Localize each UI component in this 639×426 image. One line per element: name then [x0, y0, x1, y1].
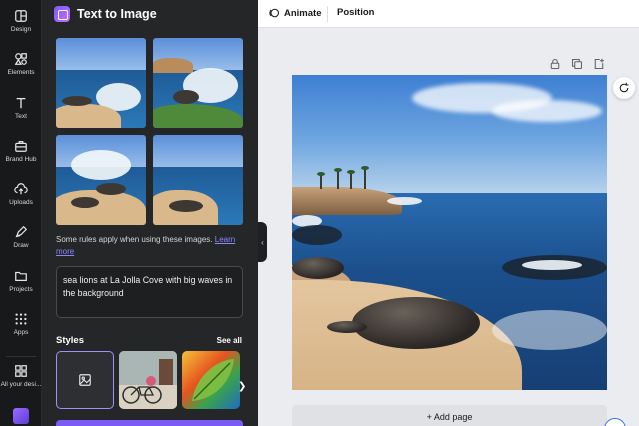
style-photo-option[interactable]: [119, 351, 177, 409]
style-watercolor-option[interactable]: [182, 351, 240, 409]
position-label: Position: [337, 7, 375, 18]
sidebar-item-label: Text: [15, 113, 27, 120]
style-none-option[interactable]: [56, 351, 114, 409]
sidebar-item-label: Brand Hub: [5, 156, 37, 163]
lock-icon[interactable]: [549, 57, 561, 70]
briefcase-icon: [15, 141, 27, 152]
text-to-image-app-icon: [54, 6, 70, 22]
shapes-icon: [14, 53, 27, 65]
sea-lion-large: [352, 297, 480, 349]
see-all-link[interactable]: See all: [217, 336, 242, 345]
panel-header: Text to Image: [54, 4, 157, 24]
chevron-left-icon: ‹: [261, 237, 264, 247]
generated-image-1[interactable]: [56, 38, 146, 128]
sidebar-item-all-designs[interactable]: All your desi...: [0, 364, 42, 404]
add-page-icon[interactable]: [593, 57, 605, 70]
design-canvas-image[interactable]: [292, 75, 607, 390]
cloud-upload-icon: [14, 183, 28, 195]
generated-image-2[interactable]: [153, 38, 243, 128]
sidebar-item-brand-hub[interactable]: Brand Hub: [0, 139, 42, 179]
collapse-panel-button[interactable]: ‹: [258, 222, 267, 262]
sidebar-item-design[interactable]: Design: [0, 9, 42, 49]
bicycle-illustration: [119, 351, 177, 409]
toolbar-divider: [327, 6, 328, 22]
generate-button[interactable]: [56, 420, 243, 426]
position-button[interactable]: Position: [337, 7, 374, 18]
chevron-right-icon[interactable]: ❯: [238, 381, 248, 393]
sidebar-item-label: Uploads: [9, 199, 33, 206]
rules-notice: Some rules apply when using these images…: [56, 234, 246, 258]
sidebar-item-elements[interactable]: Elements: [0, 52, 42, 92]
styles-heading: Styles: [56, 335, 84, 346]
leaf-illustration: [192, 359, 234, 401]
sidebar-item-projects[interactable]: Projects: [0, 269, 42, 309]
animate-label: Animate: [284, 7, 322, 19]
refresh-comment-button[interactable]: [613, 77, 635, 99]
generated-image-4[interactable]: [153, 135, 243, 225]
add-page-button[interactable]: + Add page: [292, 405, 607, 426]
rules-text: Some rules apply when using these images…: [56, 235, 215, 244]
sidebar-item-draw[interactable]: Draw: [0, 225, 42, 265]
rail-divider: [6, 356, 36, 357]
help-button[interactable]: [604, 418, 626, 426]
pen-icon: [15, 225, 28, 238]
app-shortcut-icon[interactable]: [13, 408, 29, 424]
sidebar-item-label: Design: [10, 26, 32, 33]
text-to-image-panel: Text to Image Some rules apply when usin…: [42, 0, 258, 426]
editor-toolbar: Animate Position: [258, 0, 639, 28]
sidebar-item-label: Projects: [9, 286, 33, 293]
animate-button[interactable]: Animate: [268, 7, 321, 19]
refresh-icon: [619, 82, 629, 93]
sea-lion-small: [292, 257, 344, 279]
text-icon: [16, 97, 26, 109]
sidebar-item-apps[interactable]: Apps: [0, 312, 42, 352]
sidebar-item-label: Apps: [13, 329, 29, 336]
animate-icon: [269, 8, 280, 18]
generated-image-3[interactable]: [56, 135, 146, 225]
duplicate-icon[interactable]: [571, 57, 583, 70]
sidebar-item-label: Draw: [13, 242, 29, 249]
left-rail: Design Elements Text Brand Hub Uploads D…: [0, 0, 42, 426]
prompt-input[interactable]: sea lions at La Jolla Cove with big wave…: [56, 266, 243, 318]
sidebar-item-label: Elements: [7, 69, 35, 76]
folder-icon: [15, 271, 27, 281]
panel-title: Text to Image: [77, 7, 157, 21]
image-icon: [79, 374, 91, 386]
sidebar-item-uploads[interactable]: Uploads: [0, 182, 42, 222]
sidebar-item-text[interactable]: Text: [0, 96, 42, 136]
grid-icon: [15, 313, 27, 325]
designs-icon: [15, 365, 27, 377]
layout-icon: [15, 10, 27, 22]
sidebar-item-label: All your desi...: [0, 381, 42, 388]
